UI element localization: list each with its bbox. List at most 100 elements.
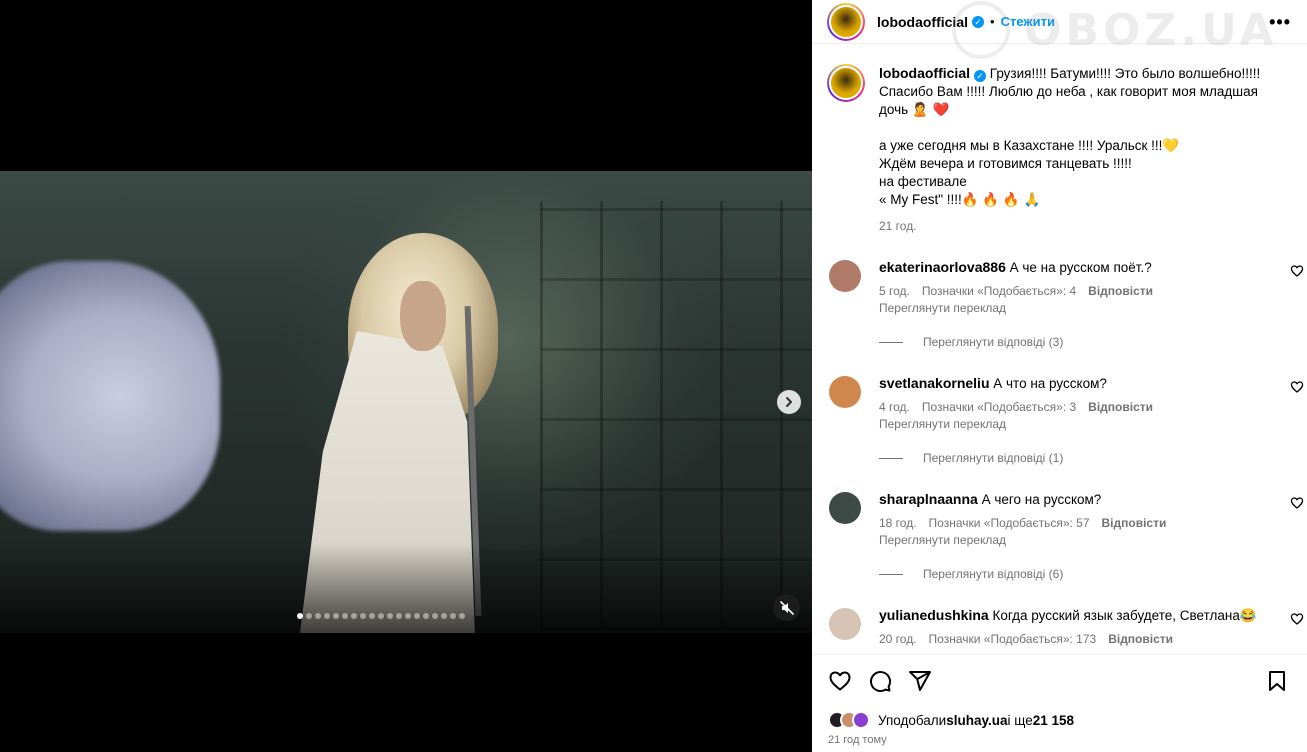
carousel-dot [351, 613, 357, 619]
verified-icon: ✓ [974, 70, 986, 82]
likes-user[interactable]: sluhay.ua [946, 713, 1007, 728]
post-timestamp[interactable]: 21 год тому [828, 734, 887, 746]
avatar[interactable] [827, 64, 865, 102]
next-slide-button[interactable] [777, 390, 801, 414]
comment-username[interactable]: ekaterinaorlova886 [879, 259, 1006, 275]
carousel-dot [450, 613, 456, 619]
comment-like-count[interactable]: Позначки «Подобається»: 4 [922, 284, 1076, 298]
caption-username[interactable]: lobodaofficial [879, 65, 970, 81]
bookmark-icon[interactable] [1265, 669, 1289, 693]
see-translation-link[interactable]: Переглянути переклад [879, 417, 1006, 431]
comment-text-line: yulianedushkina Когда русский язык забуд… [879, 606, 1259, 625]
view-replies-label: Переглянути відповіді (1) [923, 451, 1064, 465]
view-replies-button[interactable]: Переглянути відповіді (1) [879, 451, 1063, 465]
comment-like-heart-icon[interactable] [1290, 380, 1304, 394]
carousel-dot [333, 613, 339, 619]
carousel-dot [432, 613, 438, 619]
caption-body: lobodaofficial ✓ Грузия!!!! Батуми!!!! Эт… [879, 64, 1279, 209]
more-options-icon[interactable]: ••• [1269, 12, 1291, 33]
verified-icon: ✓ [972, 15, 984, 28]
comment-username[interactable]: svetlanakorneliu [879, 375, 990, 391]
likes-summary[interactable]: Уподобали sluhay.ua і ще 21 158 [828, 711, 1074, 729]
avatar[interactable] [829, 376, 861, 408]
media-viewer [0, 0, 812, 752]
led-screen [0, 261, 220, 531]
carousel-dot [414, 613, 420, 619]
video-frame[interactable] [0, 171, 812, 633]
comment-icon[interactable] [868, 669, 892, 693]
carousel-indicator [297, 613, 465, 619]
comment-meta: 18 год. Позначки «Подобається»: 57 Відпові… [879, 516, 1178, 530]
comment-like-count[interactable]: Позначки «Подобається»: 173 [929, 632, 1097, 646]
likes-prefix: Уподобали [878, 712, 947, 728]
comment-username[interactable]: yulianedushkina [879, 607, 989, 623]
likes-suffix: і ще [1007, 712, 1033, 728]
view-replies-button[interactable]: Переглянути відповіді (6) [879, 567, 1063, 581]
likes-count[interactable]: 21 158 [1033, 713, 1074, 728]
avatar[interactable] [829, 608, 861, 640]
comment-text: А че на русском поёт.? [1009, 260, 1152, 275]
comment-like-heart-icon[interactable] [1290, 496, 1304, 510]
comment-like-count[interactable]: Позначки «Подобається»: 3 [922, 400, 1076, 414]
view-replies-label: Переглянути відповіді (6) [923, 567, 1064, 581]
reply-button[interactable]: Відповісти [1088, 400, 1153, 414]
carousel-dot [297, 613, 303, 619]
comment-like-heart-icon[interactable] [1290, 612, 1304, 626]
carousel-dot [315, 613, 321, 619]
replies-divider [879, 573, 903, 575]
comment-time[interactable]: 18 год. [879, 516, 917, 530]
comment-meta: 20 год. Позначки «Подобається»: 173 Відпов… [879, 632, 1185, 646]
reply-button[interactable]: Відповісти [1102, 516, 1167, 530]
see-translation-link[interactable]: Переглянути переклад [879, 533, 1006, 547]
comment-meta: 5 год. Позначки «Подобається»: 4 Відповіст… [879, 284, 1165, 298]
comment-text-line: sharaplnaanna А чего на русском? [879, 490, 1259, 509]
carousel-dot [441, 613, 447, 619]
reply-button[interactable]: Відповісти [1088, 284, 1153, 298]
caption-time[interactable]: 21 год. [879, 219, 1279, 233]
share-icon[interactable] [908, 669, 932, 693]
comment-username[interactable]: sharaplnaanna [879, 491, 978, 507]
avatar[interactable] [829, 492, 861, 524]
replies-divider [879, 341, 903, 343]
reply-button[interactable]: Відповісти [1108, 632, 1173, 646]
like-heart-icon[interactable] [828, 669, 852, 693]
carousel-dot [360, 613, 366, 619]
avatar[interactable] [829, 260, 861, 292]
stage-floor [0, 543, 812, 633]
comment-time[interactable]: 4 год. [879, 400, 910, 414]
liker-avatars [828, 711, 870, 729]
carousel-dot [396, 613, 402, 619]
caption-text: Грузия!!!! Батуми!!!! Это было волшебно!… [879, 66, 1261, 207]
comment-time[interactable]: 5 год. [879, 284, 910, 298]
comment-meta: 4 год. Позначки «Подобається»: 3 Відповіст… [879, 400, 1165, 414]
view-replies-button[interactable]: Переглянути відповіді (3) [879, 335, 1063, 349]
comment-text-line: ekaterinaorlova886 А че на русском поёт.… [879, 258, 1259, 277]
separator-dot: • [990, 14, 995, 29]
mute-button[interactable] [773, 594, 800, 621]
replies-divider [879, 457, 903, 459]
comment-text-line: svetlanakorneliu А что на русском? [879, 374, 1259, 393]
post-caption: lobodaofficial ✓ Грузия!!!! Батуми!!!! Эт… [827, 64, 1297, 233]
carousel-dot [378, 613, 384, 619]
follow-button[interactable]: Стежити [1001, 14, 1055, 29]
carousel-dot [423, 613, 429, 619]
carousel-dot [369, 613, 375, 619]
carousel-dot [306, 613, 312, 619]
muted-speaker-icon [779, 600, 794, 615]
author-username[interactable]: lobodaofficial [877, 14, 968, 30]
comment-like-heart-icon[interactable] [1290, 264, 1304, 278]
performer-face [400, 281, 446, 351]
comment-text: А что на русском? [993, 376, 1107, 391]
avatar[interactable] [827, 2, 865, 41]
carousel-dot [342, 613, 348, 619]
chevron-right-icon [786, 397, 792, 407]
post-header: lobodaofficial ✓ • Стежити ••• [812, 0, 1307, 44]
carousel-dot [405, 613, 411, 619]
post-actions: Уподобали sluhay.ua і ще 21 158 21 год т… [812, 654, 1307, 752]
carousel-dot [387, 613, 393, 619]
post-side-panel: lobodaofficial ✓ • Стежити ••• lobodaoff… [812, 0, 1307, 752]
comment-like-count[interactable]: Позначки «Подобається»: 57 [929, 516, 1090, 530]
comment-time[interactable]: 20 год. [879, 632, 917, 646]
carousel-dot [324, 613, 330, 619]
see-translation-link[interactable]: Переглянути переклад [879, 301, 1006, 315]
